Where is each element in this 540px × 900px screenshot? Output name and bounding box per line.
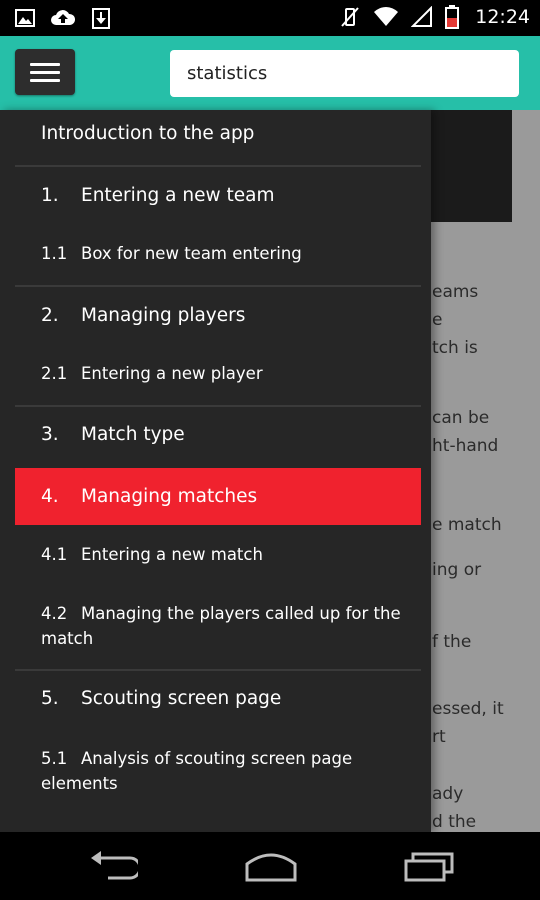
divider xyxy=(15,285,421,287)
app-bar xyxy=(0,36,540,110)
content-text: d the xyxy=(432,812,477,832)
divider xyxy=(15,165,421,167)
content-text: ing or xyxy=(432,560,482,580)
drawer-item-2-1[interactable]: 2.1 Entering a new player xyxy=(15,363,421,385)
download-icon xyxy=(92,8,110,29)
content-text: eams xyxy=(432,282,479,302)
content-text: tch is xyxy=(432,338,478,358)
content-text: e match xyxy=(432,515,502,535)
divider xyxy=(15,405,421,407)
content-text: can be xyxy=(432,408,490,428)
clock: 12:24 xyxy=(475,6,530,28)
navigation-drawer: Introduction to the app 1. Entering a new… xyxy=(0,110,431,832)
vibrate-off-icon xyxy=(341,7,359,27)
drawer-item-2[interactable]: 2. Managing players xyxy=(15,304,421,328)
drawer-item-4-2[interactable]: 4.2 Managing the players called up for th… xyxy=(15,601,421,651)
drawer-item-introduction[interactable]: Introduction to the app xyxy=(15,122,421,146)
signal-icon xyxy=(411,6,433,27)
home-icon[interactable] xyxy=(244,850,298,882)
drawer-item-5-1[interactable]: 5.1 Analysis of scouting screen page elem… xyxy=(15,746,421,796)
content-text: ht-hand xyxy=(432,436,499,456)
status-bar: 12:24 xyxy=(0,0,540,36)
content-text: essed, it xyxy=(432,699,504,719)
drawer-item-1[interactable]: 1. Entering a new team xyxy=(15,184,421,208)
wifi-icon xyxy=(374,7,399,26)
search-input[interactable] xyxy=(170,50,519,97)
battery-icon xyxy=(445,5,460,29)
drawer-item-4-1[interactable]: 4.1 Entering a new match xyxy=(15,544,421,566)
drawer-item-1-1[interactable]: 1.1 Box for new team entering xyxy=(15,243,421,265)
drawer-item-5[interactable]: 5. Scouting screen page xyxy=(15,687,421,711)
recent-apps-icon[interactable] xyxy=(403,850,455,882)
content-image xyxy=(420,110,512,222)
content-text: rt xyxy=(432,727,446,747)
drawer-item-4-active[interactable]: 4. Managing matches xyxy=(15,468,421,525)
divider xyxy=(15,669,421,671)
content-text: e xyxy=(432,310,443,330)
system-nav-bar xyxy=(0,832,540,900)
back-icon[interactable] xyxy=(88,850,138,882)
content-text: ady xyxy=(432,784,464,804)
hamburger-menu-icon xyxy=(30,62,60,66)
menu-button[interactable] xyxy=(15,49,75,95)
image-icon xyxy=(15,9,35,27)
drawer-item-3[interactable]: 3. Match type xyxy=(15,423,421,447)
content-text: f the xyxy=(432,632,472,652)
cloud-upload-icon xyxy=(51,10,76,25)
